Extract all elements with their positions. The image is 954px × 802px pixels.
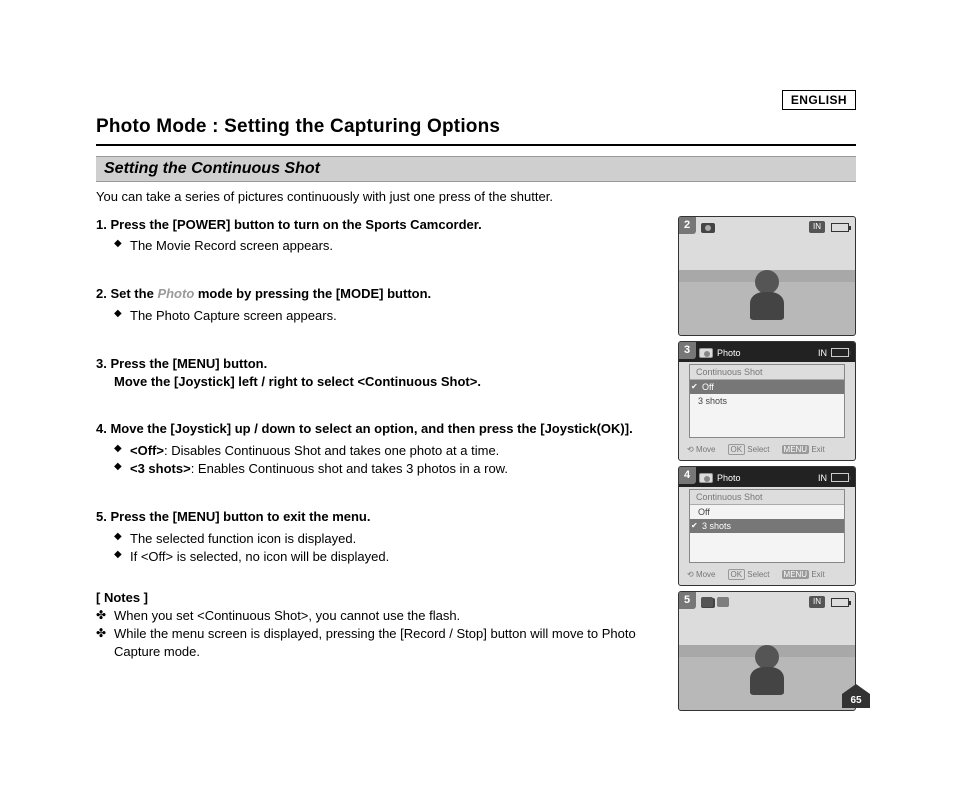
step-head-line2: Move the [Joystick] left / right to sele…: [114, 373, 664, 391]
notes-list: When you set <Continuous Shot>, you cann…: [96, 607, 664, 662]
menu-title: Continuous Shot: [690, 365, 844, 380]
photo-subject: [747, 645, 787, 695]
hint-move: ⟲ Move: [687, 445, 716, 454]
page-number-badge: 65: [842, 690, 870, 708]
hint-exit: MENU Exit: [782, 445, 825, 454]
figure-4: 4 Photo IN Continuous Shot Off 3 shots ⟲…: [678, 466, 856, 586]
hint-select: OK Select: [728, 445, 770, 454]
note-item: When you set <Continuous Shot>, you cann…: [96, 607, 664, 625]
hint-select: OK Select: [728, 570, 770, 579]
language-tag: ENGLISH: [782, 90, 856, 110]
step-bullet: <Off>: Disables Continuous Shot and take…: [114, 442, 664, 460]
hint-exit: MENU Exit: [782, 570, 825, 579]
steps-list: Press the [POWER] button to turn on the …: [96, 216, 664, 566]
step-3: Press the [MENU] button. Move the [Joyst…: [96, 355, 664, 390]
figure-number: 5: [678, 591, 696, 609]
menu-hint-bar: ⟲ Move OK Select MENU Exit: [687, 444, 847, 456]
step-2: Set the Photo mode by pressing the [MODE…: [96, 285, 664, 325]
figure-5: 5 IN: [678, 591, 856, 711]
menu-option-3shots: 3 shots: [690, 519, 844, 533]
figure-number: 3: [678, 341, 696, 359]
in-badge: IN: [818, 473, 827, 483]
step-4: Move the [Joystick] up / down to select …: [96, 420, 664, 478]
mode-label: Photo: [717, 473, 741, 483]
step-1: Press the [POWER] button to turn on the …: [96, 216, 664, 256]
intro-text: You can take a series of pictures contin…: [96, 188, 856, 206]
figures-column: 2 IN 3 Photo IN: [678, 216, 856, 716]
step-bullet: If <Off> is selected, no icon will be di…: [114, 548, 664, 566]
battery-icon: [831, 598, 849, 607]
figure-number: 2: [678, 216, 696, 234]
photo-mode-label: Photo: [157, 286, 194, 301]
menu-title: Continuous Shot: [690, 490, 844, 505]
in-badge: IN: [818, 348, 827, 358]
step-head: Set the Photo mode by pressing the [MODE…: [110, 286, 431, 301]
step-bullet: The selected function icon is displayed.: [114, 530, 664, 548]
continuous-shot-icon: [701, 597, 729, 607]
menu-option-off: Off: [690, 380, 844, 394]
photo-subject: [747, 270, 787, 320]
camera-icon: [699, 348, 713, 358]
in-badge: IN: [809, 221, 825, 233]
step-head: Press the [MENU] button to exit the menu…: [110, 509, 370, 524]
battery-icon: [831, 473, 849, 482]
battery-icon: [831, 348, 849, 357]
notes-heading: [ Notes ]: [96, 590, 664, 605]
menu-option-3shots: 3 shots: [690, 394, 844, 408]
figure-number: 4: [678, 466, 696, 484]
step-head: Press the [POWER] button to turn on the …: [110, 217, 481, 232]
camera-icon: [701, 223, 715, 233]
menu-option-off: Off: [690, 505, 844, 519]
hint-move: ⟲ Move: [687, 570, 716, 579]
section-heading-bar: Setting the Continuous Shot: [96, 156, 856, 182]
step-head: Press the [MENU] button.: [110, 356, 267, 371]
step-5: Press the [MENU] button to exit the menu…: [96, 508, 664, 566]
page-number: 65: [842, 694, 870, 708]
menu-panel: Continuous Shot Off 3 shots: [689, 489, 845, 563]
page-title: Photo Mode : Setting the Capturing Optio…: [96, 116, 856, 146]
step-bullet: The Photo Capture screen appears.: [114, 307, 664, 325]
camera-icon: [699, 473, 713, 483]
note-item: While the menu screen is displayed, pres…: [96, 625, 664, 661]
mode-label: Photo: [717, 348, 741, 358]
figure-2: 2 IN: [678, 216, 856, 336]
menu-panel: Continuous Shot Off 3 shots: [689, 364, 845, 438]
in-badge: IN: [809, 596, 825, 608]
step-bullet: The Movie Record screen appears.: [114, 237, 664, 255]
figure-3: 3 Photo IN Continuous Shot Off 3 shots ⟲…: [678, 341, 856, 461]
menu-hint-bar: ⟲ Move OK Select MENU Exit: [687, 569, 847, 581]
step-head: Move the [Joystick] up / down to select …: [110, 421, 632, 436]
battery-icon: [831, 223, 849, 232]
step-bullet: <3 shots>: Enables Continuous shot and t…: [114, 460, 664, 478]
section-heading: Setting the Continuous Shot: [96, 157, 856, 181]
